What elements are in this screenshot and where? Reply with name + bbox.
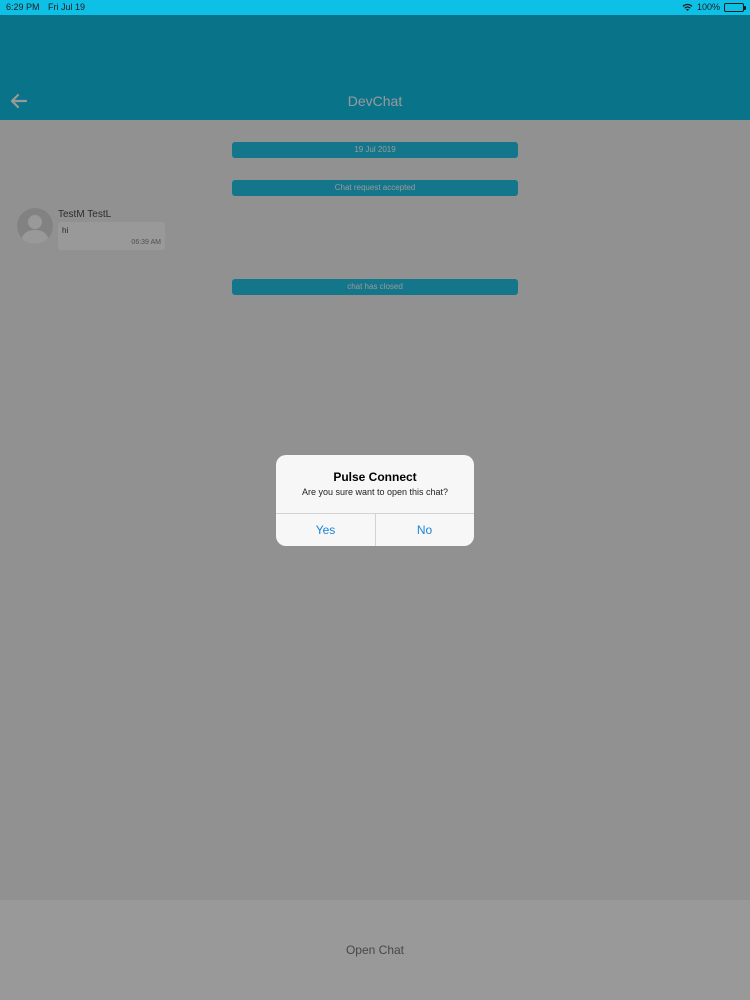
battery-percent: 100%: [696, 2, 720, 12]
alert-message: Are you sure want to open this chat?: [301, 487, 449, 497]
status-time: 6:29 PM: [6, 2, 40, 12]
alert-dialog: Pulse Connect Are you sure want to open …: [276, 455, 474, 546]
battery-icon: [724, 3, 746, 12]
status-right: 100%: [682, 0, 746, 15]
yes-button[interactable]: Yes: [276, 514, 375, 546]
no-button[interactable]: No: [375, 514, 474, 546]
status-date: Fri Jul 19: [48, 2, 86, 12]
status-bar: 6:29 PM Fri Jul 19 100%: [0, 0, 750, 15]
wifi-icon: [682, 3, 693, 11]
alert-title: Pulse Connect: [333, 470, 417, 484]
